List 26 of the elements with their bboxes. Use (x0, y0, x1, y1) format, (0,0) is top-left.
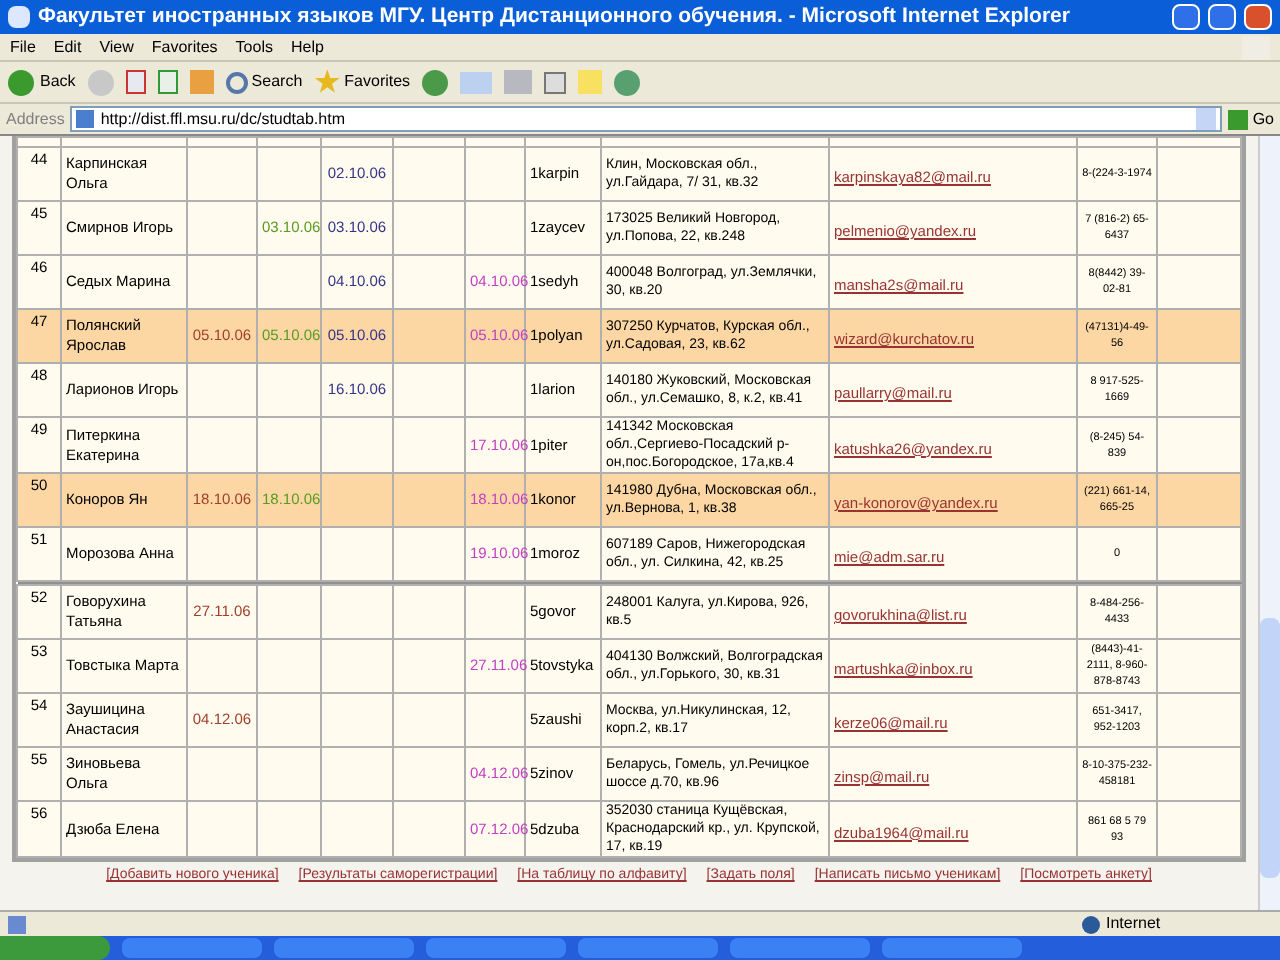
close-button[interactable] (1244, 4, 1272, 30)
minimize-button[interactable] (1172, 4, 1200, 30)
go-button[interactable]: Go (1228, 107, 1274, 131)
taskbar-button[interactable] (882, 938, 1022, 958)
maximize-button[interactable] (1208, 4, 1236, 30)
menu-item[interactable]: View (99, 35, 134, 59)
taskbar-button[interactable] (122, 938, 262, 958)
menu-item[interactable]: File (10, 35, 36, 59)
address-label: Address (6, 107, 65, 131)
menu-item[interactable]: Help (290, 35, 324, 59)
start-button[interactable] (0, 936, 110, 960)
scrollbar[interactable] (1258, 136, 1280, 910)
back-button[interactable]: Back (8, 69, 76, 95)
menu-item[interactable]: Edit (53, 35, 82, 59)
search-button[interactable]: Search (225, 70, 303, 94)
menu-item[interactable]: Tools (235, 35, 273, 59)
taskbar-button[interactable] (578, 938, 718, 958)
scrollbar-thumb[interactable] (1260, 618, 1280, 878)
internet-zone: Internet (1106, 912, 1161, 936)
window-title: Факультет иностранных языков МГУ. Центр Дистанционного обучения. - Microsoft Internet Explorer (38, 1, 1072, 32)
favorites-button[interactable]: Favorites (314, 69, 411, 95)
taskbar-button[interactable] (730, 938, 870, 958)
taskbar-button[interactable] (274, 938, 414, 958)
taskbar-button[interactable] (426, 938, 566, 958)
address-field[interactable]: http://dist.ffl.msu.ru/dc/studtab.htm (70, 106, 1223, 132)
menu-item[interactable]: Favorites (151, 35, 218, 59)
